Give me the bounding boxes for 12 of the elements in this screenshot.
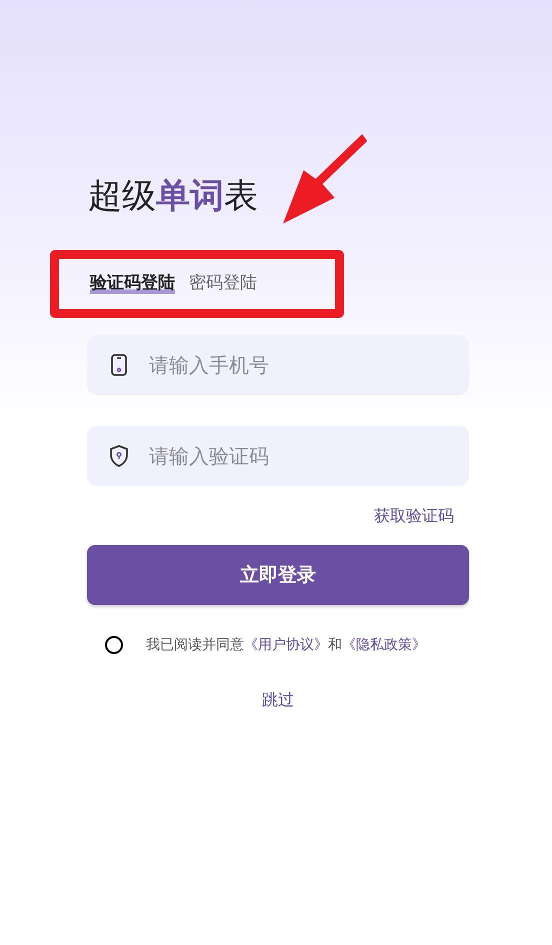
get-code-link[interactable]: 获取验证码 [374, 506, 454, 527]
app-title: 超级单词表 [88, 175, 258, 218]
privacy-policy-link[interactable]: 《隐私政策》 [342, 637, 426, 653]
login-button[interactable]: 立即登录 [87, 545, 469, 605]
login-tab[interactable]: 验证码登陆 [90, 270, 175, 294]
input-field[interactable]: 请输入手机号 [87, 335, 469, 395]
user-agreement-link[interactable]: 《用户协议》 [244, 637, 328, 653]
agreement-text: 我已阅读并同意《用户协议》和《隐私政策》 [146, 636, 426, 654]
input-field[interactable]: 请输入验证码 [87, 426, 469, 486]
agree-radio[interactable] [105, 636, 123, 654]
skip-link[interactable]: 跳过 [262, 690, 294, 711]
login-tab[interactable]: 密码登陆 [189, 270, 257, 294]
